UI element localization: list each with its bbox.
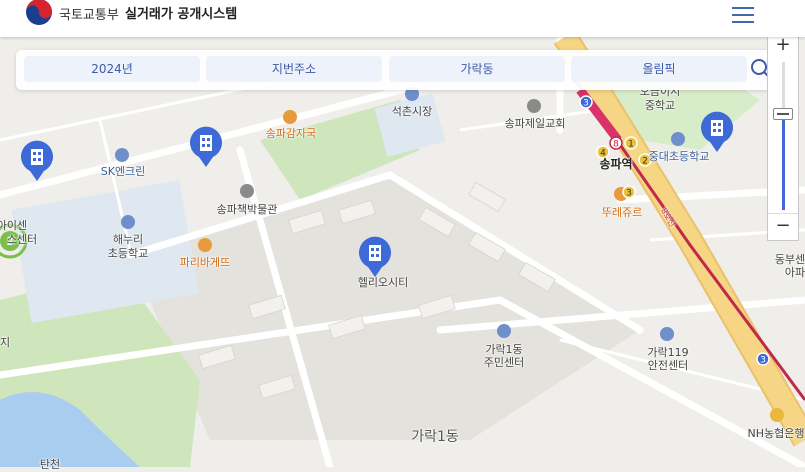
place-label[interactable]: 송파제일교회 [505,115,566,131]
zoom-control: + − [767,31,799,241]
subway-line-badge-number: 1 [628,140,634,150]
government-logo-icon [26,0,52,25]
bank-icon [770,408,784,422]
place-label: 탄천 [39,458,61,471]
school-icon [671,132,685,146]
hamburger-menu-icon[interactable] [732,4,754,24]
fire-station-icon [660,327,674,341]
place-label[interactable]: 초등학교 [108,245,148,261]
filter-bar: 2024년 지번주소 가락동 올림픽 [16,50,776,90]
museum-icon [240,184,254,198]
community-center-icon [497,324,511,338]
restaurant-icon [283,110,297,124]
place-label[interactable]: 파리바게뜨 [180,254,231,270]
place-label[interactable]: 석촌시장 [392,103,432,119]
place-label: 지 [0,336,11,349]
apartment-pin-icon[interactable] [700,111,734,153]
top-header: 국토교통부 실거래가 공개시스템 [0,0,805,37]
place-label[interactable]: NH농협은행 [748,425,805,441]
place-label[interactable]: 주민센터 [484,354,524,370]
subway-line-badge-number: 3 [626,189,632,199]
subway-line-badge-number: 3 [760,356,766,366]
place-label[interactable]: 중학교 [645,97,675,113]
system-title[interactable]: 실거래가 공개시스템 [125,3,237,22]
place-label[interactable]: 안전센터 [648,357,688,373]
apartment-pin-icon[interactable] [189,126,223,168]
subway-line-badge-number: 8 [613,140,619,150]
address-type-select[interactable]: 지번주소 [206,56,382,82]
dong-select[interactable]: 가락동 [389,56,565,82]
agency-name: 국토교통부 [59,8,119,23]
place-label[interactable]: 송파책박물관 [217,201,278,217]
zoom-slider-track[interactable] [782,62,785,210]
zoom-slider-fill [782,113,785,210]
place-label[interactable]: 아파 [785,264,805,280]
zoom-out-button[interactable]: − [768,213,798,240]
apartment-pin-icon[interactable] [20,140,54,182]
subway-line-badge-number: 2 [642,157,648,167]
place-label[interactable]: SK엔크린 [101,163,146,179]
place-label[interactable]: 스센터 [7,231,37,247]
gas-station-icon [115,148,129,162]
place-label[interactable]: 뚜레쥬르 [602,204,642,220]
area-label: 가락1동 [411,429,459,445]
zoom-slider-handle[interactable] [773,107,793,120]
bakery-icon [198,238,212,252]
complex-select[interactable]: 올림픽 [571,56,747,82]
year-select[interactable]: 2024년 [24,56,200,82]
station-label[interactable]: 송파역 [599,155,632,172]
church-icon [527,99,541,113]
apartment-pin-icon[interactable] [358,236,392,278]
school-icon [121,215,135,229]
subway-line-badge-number: 3 [583,99,589,109]
place-label[interactable]: 송파감자국 [266,125,317,141]
